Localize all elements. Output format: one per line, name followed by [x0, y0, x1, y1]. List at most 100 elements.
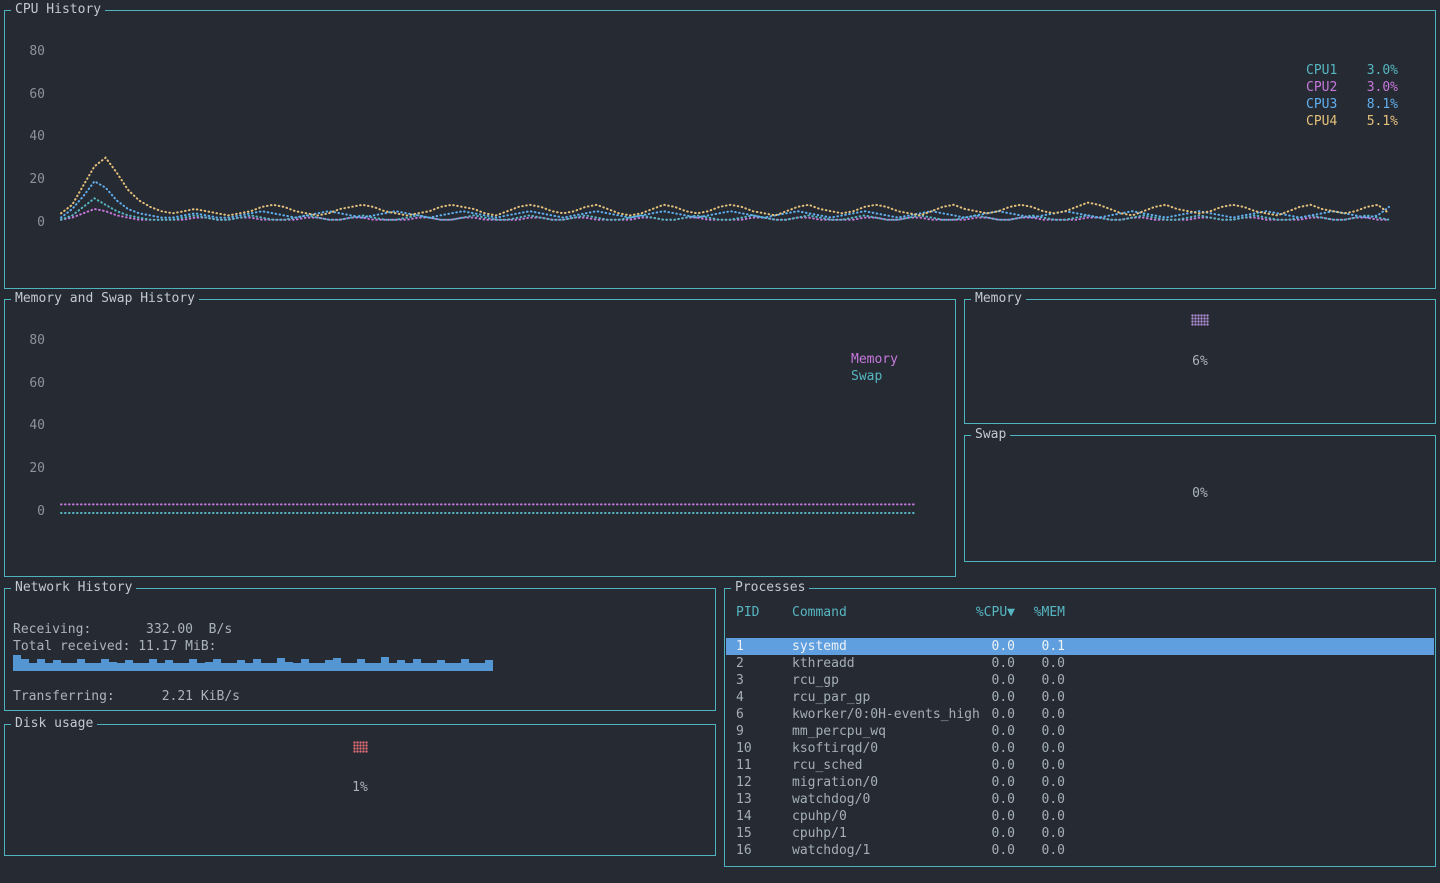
- network-bar: [301, 659, 309, 671]
- process-mem: 0.0: [1029, 774, 1065, 791]
- network-bar: [93, 663, 101, 671]
- process-mem: 0.0: [1029, 655, 1065, 672]
- header-cpu-sort[interactable]: %CPU▼: [965, 604, 1015, 621]
- network-bar: [381, 657, 389, 671]
- network-bar: [277, 658, 285, 671]
- network-bar: [77, 659, 85, 671]
- process-pid: 2: [736, 655, 792, 672]
- network-bar: [189, 659, 197, 671]
- network-bar: [181, 663, 189, 671]
- cpu-history-chart: [55, 41, 1395, 233]
- legend-label: CPU3: [1306, 96, 1337, 113]
- process-row[interactable]: 11rcu_sched0.00.0: [726, 757, 1434, 774]
- process-row-selected[interactable]: 1systemd0.00.1: [726, 638, 1434, 655]
- memory-percent: 6%: [965, 354, 1435, 369]
- process-command: cpuhp/1: [792, 825, 965, 842]
- process-row[interactable]: 6kworker/0:0H-events_high0.00.0: [726, 706, 1434, 723]
- process-mem: 0.0: [1029, 791, 1065, 808]
- process-row[interactable]: 12migration/00.00.0: [726, 774, 1434, 791]
- process-cpu: 0.0: [965, 808, 1015, 825]
- process-row[interactable]: 16watchdog/10.00.0: [726, 842, 1434, 859]
- process-mem: 0.0: [1029, 672, 1065, 689]
- header-pid[interactable]: PID: [736, 604, 792, 621]
- process-row[interactable]: 3rcu_gp0.00.0: [726, 672, 1434, 689]
- network-bar: [437, 660, 445, 671]
- disk-usage-dots-icon: [353, 741, 368, 753]
- memory-swap-history-chart: [55, 330, 923, 522]
- process-row[interactable]: 10ksoftirqd/00.00.0: [726, 740, 1434, 757]
- process-command: watchdog/0: [792, 791, 965, 808]
- header-mem[interactable]: %MEM: [1029, 604, 1065, 621]
- process-mem: 0.0: [1029, 825, 1065, 842]
- network-bar: [229, 663, 237, 671]
- network-bar: [397, 660, 405, 671]
- network-bar: [461, 659, 469, 671]
- network-bar: [357, 659, 365, 671]
- network-bar: [21, 659, 29, 671]
- network-bar: [85, 663, 93, 671]
- y-tick-label: 40: [29, 130, 45, 144]
- network-bar: [61, 663, 69, 671]
- network-bar: [29, 663, 37, 671]
- processes-panel: Processes PID Command %CPU▼ %MEM 1system…: [724, 588, 1436, 867]
- legend-value: 8.1%: [1367, 96, 1398, 113]
- process-cpu: 0.0: [965, 740, 1015, 757]
- y-tick-label: 80: [29, 334, 45, 348]
- process-cpu: 0.0: [965, 723, 1015, 740]
- legend-label: CPU2: [1306, 79, 1337, 96]
- process-mem: 0.1: [1029, 638, 1065, 655]
- network-bar: [309, 663, 317, 671]
- process-cpu: 0.0: [965, 689, 1015, 706]
- process-pid: 13: [736, 791, 792, 808]
- network-bar: [165, 660, 173, 671]
- process-pid: 10: [736, 740, 792, 757]
- cpu-history-panel: CPU History 806040200 CPU13.0%CPU23.0%CP…: [4, 10, 1436, 289]
- network-bar: [125, 660, 133, 671]
- process-pid: 15: [736, 825, 792, 842]
- process-command: systemd: [792, 638, 965, 655]
- process-row[interactable]: 14cpuhp/00.00.0: [726, 808, 1434, 825]
- legend-label: CPU1: [1306, 62, 1337, 79]
- process-row[interactable]: 9mm_percpu_wq0.00.0: [726, 723, 1434, 740]
- process-row[interactable]: 15cpuhp/10.00.0: [726, 825, 1434, 842]
- process-table-header: PID Command %CPU▼ %MEM: [726, 604, 1434, 621]
- process-mem: 0.0: [1029, 757, 1065, 774]
- network-bar: [221, 663, 229, 671]
- network-bar: [37, 659, 45, 671]
- network-receiving-line: Receiving: 332.00 B/s: [13, 621, 232, 638]
- process-row[interactable]: 13watchdog/00.00.0: [726, 791, 1434, 808]
- network-bar: [157, 663, 165, 671]
- legend-label: Memory: [851, 351, 898, 368]
- cpu-y-axis: 806040200: [19, 11, 45, 288]
- process-row[interactable]: 2kthreadd0.00.0: [726, 655, 1434, 672]
- disk-gauge: 1%: [5, 725, 715, 795]
- network-bar: [341, 663, 349, 671]
- disk-percent: 1%: [5, 780, 715, 795]
- network-bar: [149, 659, 157, 671]
- y-tick-label: 80: [29, 45, 45, 59]
- process-pid: 4: [736, 689, 792, 706]
- process-command: ksoftirqd/0: [792, 740, 965, 757]
- legend-entry: CPU13.0%: [1306, 62, 1398, 79]
- network-bar: [45, 663, 53, 671]
- network-history-panel: Network History Receiving: 332.00 B/s To…: [4, 588, 716, 711]
- memory-gauge: 6%: [965, 300, 1435, 369]
- network-bar: [269, 663, 277, 671]
- process-command: cpuhp/0: [792, 808, 965, 825]
- network-bar: [325, 660, 333, 671]
- network-bar: [69, 663, 77, 671]
- network-bar: [453, 663, 461, 671]
- process-table-body: 1systemd0.00.12kthreadd0.00.03rcu_gp0.00…: [726, 638, 1434, 859]
- network-bar: [485, 660, 493, 671]
- network-bar: [205, 662, 213, 671]
- memory-swap-history-panel: Memory and Swap History 806040200 Memory…: [4, 299, 956, 577]
- swap-panel: Swap 0%: [964, 435, 1436, 562]
- process-mem: 0.0: [1029, 740, 1065, 757]
- legend-label: Swap: [851, 368, 882, 385]
- header-command[interactable]: Command: [792, 604, 965, 621]
- process-row[interactable]: 4rcu_par_gp0.00.0: [726, 689, 1434, 706]
- network-bar: [213, 659, 221, 671]
- y-tick-label: 20: [29, 462, 45, 476]
- system-monitor-screen: CPU History 806040200 CPU13.0%CPU23.0%CP…: [0, 0, 1440, 883]
- network-receive-bars-chart: [13, 653, 493, 671]
